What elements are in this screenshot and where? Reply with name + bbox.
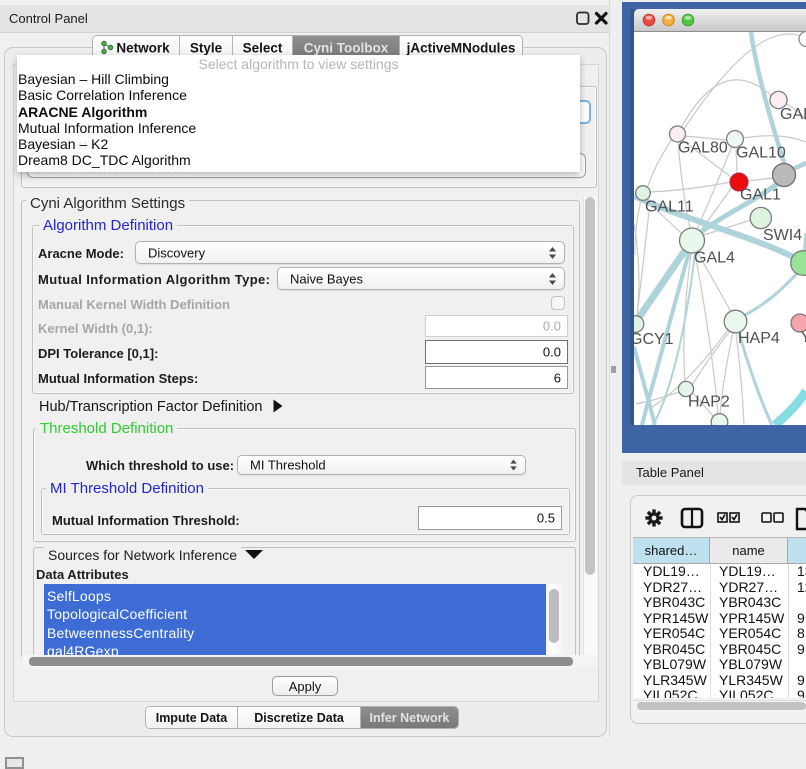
svg-text:GAL11: GAL11 bbox=[645, 199, 694, 216]
svg-text:HAP4: HAP4 bbox=[738, 330, 780, 347]
svg-text:SWI4: SWI4 bbox=[763, 227, 802, 244]
svg-text:GAL80: GAL80 bbox=[678, 140, 728, 157]
svg-text:GAL10: GAL10 bbox=[736, 145, 786, 162]
svg-text:GAL2: GAL2 bbox=[780, 106, 806, 123]
svg-text:YJ: YJ bbox=[801, 329, 806, 346]
svg-text:GAL1: GAL1 bbox=[740, 187, 781, 204]
svg-text:HAP2: HAP2 bbox=[688, 394, 730, 411]
svg-text:GCY1: GCY1 bbox=[634, 331, 674, 348]
svg-text:GAL4: GAL4 bbox=[694, 250, 735, 267]
